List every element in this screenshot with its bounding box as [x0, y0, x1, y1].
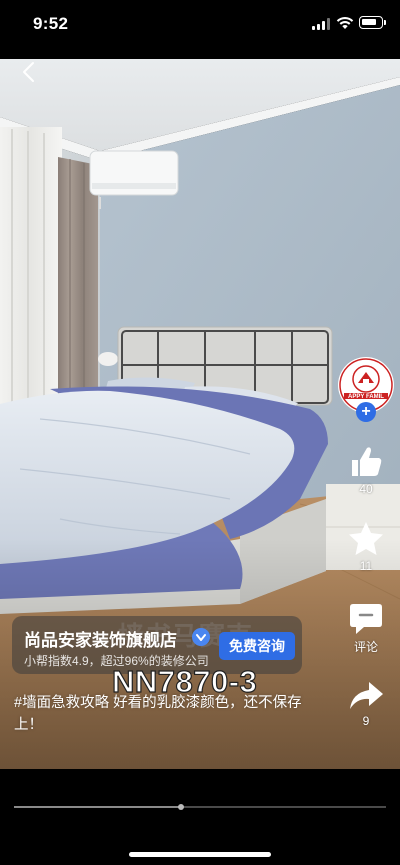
comment-label: 评论	[353, 640, 378, 654]
share-arrow-icon	[350, 682, 383, 709]
home-indicator	[129, 852, 271, 857]
like-count: 40	[359, 482, 373, 496]
comment-button[interactable]: 评论	[336, 600, 396, 655]
verified-badge-icon	[192, 628, 210, 646]
comment-icon	[350, 604, 382, 634]
follow-button[interactable]: +	[356, 402, 376, 422]
chevron-left-icon	[23, 62, 34, 82]
svg-text:APPY FAMIL: APPY FAMIL	[348, 394, 384, 400]
favorite-count: 11	[359, 559, 373, 573]
like-button[interactable]: 40	[336, 442, 396, 496]
free-consult-button[interactable]: 免费咨询	[219, 632, 295, 660]
wifi-icon	[336, 17, 354, 29]
star-icon	[349, 522, 383, 555]
progress-thumb[interactable]	[178, 804, 185, 810]
cellular-signal-icon	[312, 18, 332, 30]
thumbs-up-icon	[352, 447, 382, 476]
video-progress-bar[interactable]	[14, 804, 386, 810]
back-button[interactable]	[14, 60, 46, 84]
shop-name: 尚品安家装饰旗舰店	[24, 631, 177, 650]
post-caption: #墙面急救攻略 好看的乳胶漆颜色，还不保存上！	[14, 695, 302, 733]
share-button[interactable]: 9	[336, 678, 396, 728]
status-time: 9:52	[33, 14, 69, 33]
progress-fill	[14, 806, 182, 808]
share-count: 9	[362, 714, 370, 728]
battery-icon	[359, 16, 386, 29]
status-bar: 9:52	[0, 0, 400, 48]
favorite-button[interactable]: 11	[336, 519, 396, 573]
